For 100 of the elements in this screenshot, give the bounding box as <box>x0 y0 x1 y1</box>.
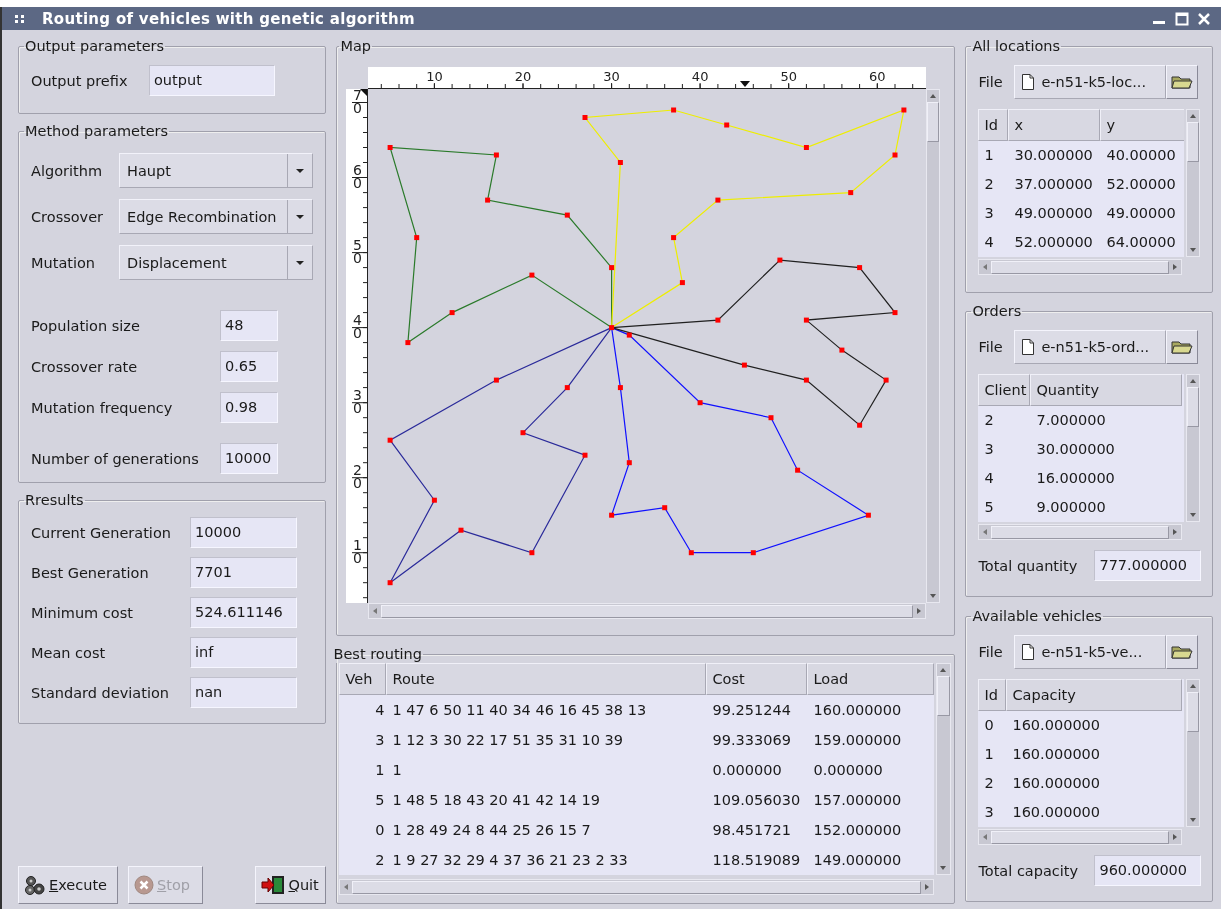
document-icon <box>1021 643 1036 661</box>
vertical-scrollbar[interactable] <box>1186 109 1201 257</box>
file-picker[interactable]: e-n51-k5-ord... <box>1014 330 1167 364</box>
field-label: Best Generation <box>31 564 150 581</box>
text-field[interactable]: 48 <box>220 310 278 341</box>
vertical-scrollbar[interactable] <box>1186 374 1201 522</box>
text-field[interactable]: inf <box>190 637 297 668</box>
document-icon <box>1021 73 1036 91</box>
scrollbar-thumb[interactable] <box>991 830 1170 844</box>
vertical-scrollbar[interactable] <box>1186 679 1201 827</box>
maximize-icon <box>1175 11 1189 26</box>
axis-tick-label: 10 <box>426 69 444 84</box>
column-header[interactable]: Client <box>978 374 1031 406</box>
field-label: Minimum cost <box>31 604 134 621</box>
open-folder-button[interactable] <box>1166 330 1199 364</box>
horizontal-scrollbar[interactable] <box>978 829 1183 845</box>
group-title: Map <box>339 38 373 55</box>
dropdown[interactable]: Edge Recombination <box>119 199 313 234</box>
axis-tick-label: 20 <box>353 461 363 491</box>
text-field[interactable]: 524.611146 <box>190 597 297 628</box>
text-field[interactable]: 10000 <box>220 443 278 474</box>
table-cell-text: 1 <box>983 745 995 764</box>
table-cell-text: 5 <box>374 791 386 810</box>
axis-tick-label: 40 <box>353 311 363 341</box>
scrollbar-thumb[interactable] <box>991 525 1170 539</box>
text-field[interactable]: 0.65 <box>220 351 278 382</box>
table-cell-text: 1 12 3 30 22 17 51 35 31 10 39 <box>391 731 625 750</box>
field-label: Crossover <box>31 208 105 225</box>
table-cell-text: 160.000000 <box>1011 774 1102 793</box>
column-header[interactable]: Capacity <box>1006 679 1183 711</box>
vertical-scrollbar[interactable] <box>936 663 952 875</box>
table-cell-text: 16.000000 <box>1035 469 1116 488</box>
caret-icon <box>295 213 305 220</box>
text-field[interactable]: output <box>149 65 275 96</box>
table-cell-text: 2 <box>983 411 995 430</box>
scrollbar-thumb[interactable] <box>1187 387 1200 427</box>
scrollbar-thumb[interactable] <box>937 676 951 716</box>
table-cell-text: 157.000000 <box>812 791 903 810</box>
table-cell-text: 0 <box>983 716 995 735</box>
column-header[interactable]: Quantity <box>1030 374 1183 406</box>
axis-tick-label: 70 <box>353 89 363 116</box>
table-cell-text: 0.000000 <box>812 761 884 780</box>
table-cell-text: 3 <box>374 731 386 750</box>
field-label: Population size <box>31 317 141 334</box>
group-title: Orders <box>971 303 1023 320</box>
dropdown[interactable]: Displacement <box>119 245 313 280</box>
open-folder-button[interactable] <box>1166 65 1199 99</box>
horizontal-scrollbar[interactable] <box>368 603 927 619</box>
table-cell-text: 4 <box>374 701 386 720</box>
column-header[interactable]: y <box>1100 109 1185 141</box>
table-cell-text: 0 <box>374 821 386 840</box>
text-field[interactable]: 10000 <box>190 517 297 548</box>
file-picker[interactable]: e-n51-k5-loc... <box>1014 65 1167 99</box>
text-field[interactable]: 0.98 <box>220 392 278 423</box>
table-cell-text: 2 <box>374 851 386 870</box>
scrollbar-thumb[interactable] <box>991 260 1170 274</box>
table-cell-text: 2 <box>983 774 995 793</box>
table-cell-text: 99.333069 <box>711 731 792 750</box>
horizontal-scrollbar[interactable] <box>339 879 935 895</box>
table-cell-text: 3 <box>983 803 995 822</box>
open-folder-button[interactable] <box>1166 635 1199 669</box>
text-field[interactable]: 960.000000 <box>1094 855 1202 886</box>
file-picker[interactable]: e-n51-k5-ve... <box>1014 635 1167 669</box>
file-name: e-n51-k5-loc... <box>1041 74 1146 90</box>
column-header[interactable]: x <box>1008 109 1101 141</box>
column-header[interactable]: Load <box>807 663 935 695</box>
horizontal-scrollbar[interactable] <box>978 259 1183 275</box>
scrollbar-thumb[interactable] <box>1187 122 1200 162</box>
scrollbar-thumb[interactable] <box>927 102 940 142</box>
quit-button[interactable]: Quit <box>255 866 327 904</box>
table-cell-text: 5 <box>983 498 995 517</box>
axis-tick-label: 60 <box>353 161 363 191</box>
dropdown[interactable]: Haupt <box>119 153 313 188</box>
column-header[interactable]: Id <box>978 109 1009 141</box>
text-field[interactable]: nan <box>190 677 297 708</box>
minimize-icon <box>1153 21 1165 24</box>
table-cell-text: 1 <box>983 146 995 165</box>
column-header[interactable]: Cost <box>706 663 808 695</box>
ruler-marker-icon[interactable] <box>360 89 368 96</box>
table-cell-text: 0.000000 <box>711 761 783 780</box>
vertical-scrollbar[interactable] <box>926 89 941 603</box>
text-field[interactable]: 777.000000 <box>1094 550 1202 581</box>
ruler-marker-icon[interactable] <box>740 81 751 87</box>
execute-button[interactable]: Execute <box>18 866 118 904</box>
text-field[interactable]: 7701 <box>190 557 297 588</box>
table-cell-text: 3 <box>983 440 995 459</box>
table-cell-text: 2 <box>983 175 995 194</box>
column-header[interactable]: Id <box>978 679 1007 711</box>
group-title: Available vehicles <box>971 608 1103 625</box>
scrollbar-thumb[interactable] <box>352 880 922 894</box>
column-header[interactable]: Route <box>386 663 707 695</box>
horizontal-scrollbar[interactable] <box>978 524 1183 540</box>
column-header[interactable]: Veh <box>339 663 387 695</box>
scrollbar-thumb[interactable] <box>381 604 914 618</box>
field-label: Number of generations <box>31 450 200 467</box>
table-cell-text: 160.000000 <box>812 701 903 720</box>
scrollbar-thumb[interactable] <box>1187 692 1200 732</box>
table-cell-text: 3 <box>983 204 995 223</box>
file-name: e-n51-k5-ord... <box>1041 339 1150 355</box>
group-title: All locations <box>971 38 1062 55</box>
